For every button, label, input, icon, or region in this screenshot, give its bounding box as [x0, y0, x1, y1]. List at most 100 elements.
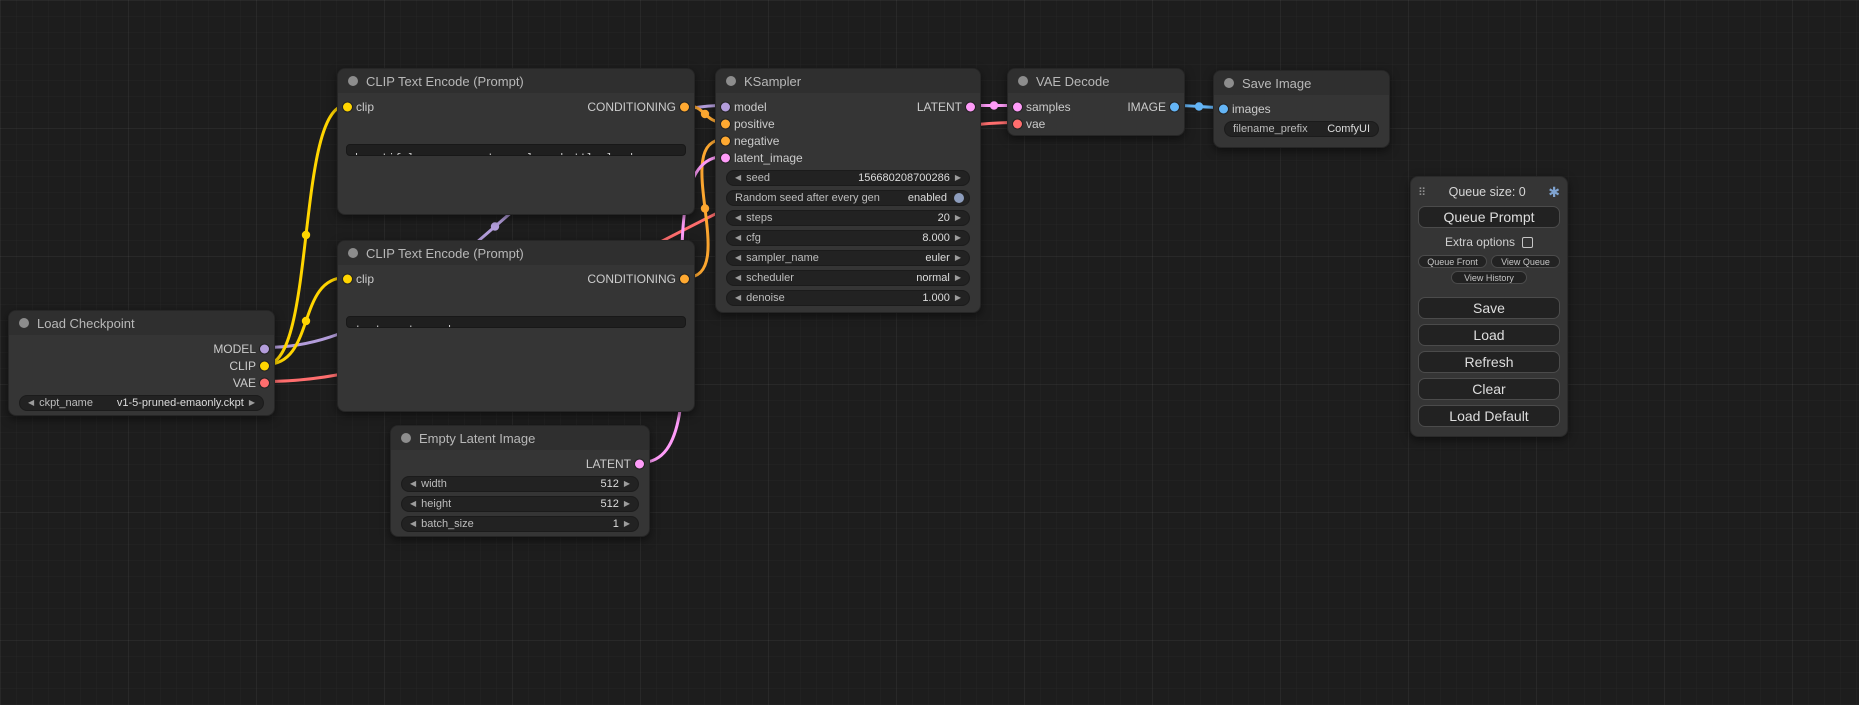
collapse-dot-icon[interactable]: [401, 433, 411, 443]
decrement-arrow-icon[interactable]: ◀: [735, 294, 741, 302]
node-clip-text-encode-positive[interactable]: CLIP Text Encode (Prompt) clip CONDITION…: [337, 68, 695, 215]
increment-arrow-icon[interactable]: ▶: [624, 500, 630, 508]
widget-cfg[interactable]: ◀ cfg 8.000 ▶: [726, 230, 970, 246]
widget-label: sampler_name: [746, 252, 819, 264]
extra-options-row: Extra options: [1418, 234, 1560, 250]
input-port-images[interactable]: [1219, 104, 1228, 113]
widget-label: Random seed after every gen: [735, 192, 880, 204]
next-value-arrow-icon[interactable]: ▶: [249, 399, 255, 407]
input-port-negative[interactable]: [721, 136, 730, 145]
decrement-arrow-icon[interactable]: ◀: [410, 500, 416, 508]
input-port-vae[interactable]: [1013, 119, 1022, 128]
output-slot-label: MODEL: [213, 342, 256, 356]
slot-row: VAE: [9, 374, 274, 391]
input-port-clip[interactable]: [343, 274, 352, 283]
collapse-dot-icon[interactable]: [1224, 78, 1234, 88]
collapse-dot-icon[interactable]: [348, 76, 358, 86]
widget-filename-prefix[interactable]: filename_prefix ComfyUI: [1224, 121, 1379, 137]
output-port-vae[interactable]: [260, 378, 269, 387]
output-port-latent[interactable]: [635, 459, 644, 468]
input-port-clip[interactable]: [343, 102, 352, 111]
increment-arrow-icon[interactable]: ▶: [955, 214, 961, 222]
image-wire-midpoint-dot: [1195, 102, 1203, 110]
prev-value-arrow-icon[interactable]: ◀: [28, 399, 34, 407]
extra-options-checkbox[interactable]: [1522, 237, 1533, 248]
widget-random-seed-toggle[interactable]: Random seed after every gen enabled: [726, 190, 970, 206]
widget-seed[interactable]: ◀ seed 156680208700286 ▶: [726, 170, 970, 186]
increment-arrow-icon[interactable]: ▶: [624, 520, 630, 528]
widget-sampler-name[interactable]: ◀ sampler_name euler ▶: [726, 250, 970, 266]
next-value-arrow-icon[interactable]: ▶: [955, 254, 961, 262]
increment-arrow-icon[interactable]: ▶: [955, 234, 961, 242]
queue-prompt-button[interactable]: Queue Prompt: [1418, 206, 1560, 228]
widget-batch-size[interactable]: ◀ batch_size 1 ▶: [401, 516, 639, 532]
node-header: CLIP Text Encode (Prompt): [338, 241, 694, 265]
output-port-model[interactable]: [260, 344, 269, 353]
output-port-clip[interactable]: [260, 361, 269, 370]
clear-button[interactable]: Clear: [1418, 378, 1560, 400]
decrement-arrow-icon[interactable]: ◀: [410, 520, 416, 528]
model-wire-midpoint-dot: [491, 222, 499, 230]
widget-denoise[interactable]: ◀ denoise 1.000 ▶: [726, 290, 970, 306]
next-value-arrow-icon[interactable]: ▶: [955, 274, 961, 282]
input-slot-label: positive: [734, 117, 775, 131]
node-clip-text-encode-negative[interactable]: CLIP Text Encode (Prompt) clip CONDITION…: [337, 240, 695, 412]
node-load-checkpoint[interactable]: Load Checkpoint MODEL CLIP VAE ◀ ckpt_na…: [8, 310, 275, 416]
save-button[interactable]: Save: [1418, 297, 1560, 319]
load-default-button[interactable]: Load Default: [1418, 405, 1560, 427]
widget-width[interactable]: ◀ width 512 ▶: [401, 476, 639, 492]
settings-gear-icon[interactable]: ✱: [1548, 184, 1560, 201]
collapse-dot-icon[interactable]: [726, 76, 736, 86]
collapse-dot-icon[interactable]: [1018, 76, 1028, 86]
node-save-image[interactable]: Save Image images filename_prefix ComfyU…: [1213, 70, 1390, 148]
increment-arrow-icon[interactable]: ▶: [955, 174, 961, 182]
output-port-conditioning[interactable]: [680, 102, 689, 111]
prev-value-arrow-icon[interactable]: ◀: [735, 274, 741, 282]
increment-arrow-icon[interactable]: ▶: [955, 294, 961, 302]
increment-arrow-icon[interactable]: ▶: [624, 480, 630, 488]
input-port-positive[interactable]: [721, 119, 730, 128]
collapse-dot-icon[interactable]: [19, 318, 29, 328]
drag-handle-icon[interactable]: ⠿: [1418, 186, 1426, 199]
input-port-model[interactable]: [721, 102, 730, 111]
slot-row: positive: [716, 115, 980, 132]
node-vae-decode[interactable]: VAE Decode samples IMAGE vae: [1007, 68, 1185, 136]
prev-value-arrow-icon[interactable]: ◀: [735, 254, 741, 262]
decrement-arrow-icon[interactable]: ◀: [735, 174, 741, 182]
widget-scheduler[interactable]: ◀ scheduler normal ▶: [726, 270, 970, 286]
input-port-samples[interactable]: [1013, 102, 1022, 111]
node-header: Save Image: [1214, 71, 1389, 95]
decrement-arrow-icon[interactable]: ◀: [735, 234, 741, 242]
decrement-arrow-icon[interactable]: ◀: [410, 480, 416, 488]
widget-value: 8.000: [922, 232, 950, 244]
prompt-textarea[interactable]: text, watermark: [346, 316, 686, 328]
widget-ckpt-name[interactable]: ◀ ckpt_name v1-5-pruned-emaonly.ckpt ▶: [19, 395, 264, 411]
view-history-button[interactable]: View History: [1451, 271, 1527, 284]
queue-panel[interactable]: ⠿ Queue size: 0 ✱ Queue Prompt Extra opt…: [1410, 176, 1568, 437]
output-slot-label: CLIP: [229, 359, 256, 373]
output-port-conditioning[interactable]: [680, 274, 689, 283]
output-port-latent[interactable]: [966, 102, 975, 111]
output-port-image[interactable]: [1170, 102, 1179, 111]
prompt-textarea[interactable]: beautiful scenery nature glass bottle la…: [346, 144, 686, 156]
widget-label: filename_prefix: [1233, 123, 1308, 135]
load-button[interactable]: Load: [1418, 324, 1560, 346]
clip-positive-wire-midpoint-dot: [302, 231, 310, 239]
decrement-arrow-icon[interactable]: ◀: [735, 214, 741, 222]
node-ksampler[interactable]: KSampler model LATENT positive negative …: [715, 68, 981, 313]
output-slot-label: LATENT: [586, 457, 631, 471]
widget-value: 1.000: [922, 292, 950, 304]
widget-label: denoise: [746, 292, 785, 304]
widget-value: v1-5-pruned-emaonly.ckpt: [117, 397, 244, 409]
view-queue-button[interactable]: View Queue: [1491, 255, 1560, 268]
widget-steps[interactable]: ◀ steps 20 ▶: [726, 210, 970, 226]
output-slot-label: VAE: [233, 376, 256, 390]
input-port-latent-image[interactable]: [721, 153, 730, 162]
widget-height[interactable]: ◀ height 512 ▶: [401, 496, 639, 512]
workflow-canvas[interactable]: Load Checkpoint MODEL CLIP VAE ◀ ckpt_na…: [0, 0, 1859, 705]
node-empty-latent-image[interactable]: Empty Latent Image LATENT ◀ width 512 ▶ …: [390, 425, 650, 537]
refresh-button[interactable]: Refresh: [1418, 351, 1560, 373]
queue-front-button[interactable]: Queue Front: [1418, 255, 1487, 268]
collapse-dot-icon[interactable]: [348, 248, 358, 258]
toggle-knob-icon[interactable]: [954, 193, 964, 203]
